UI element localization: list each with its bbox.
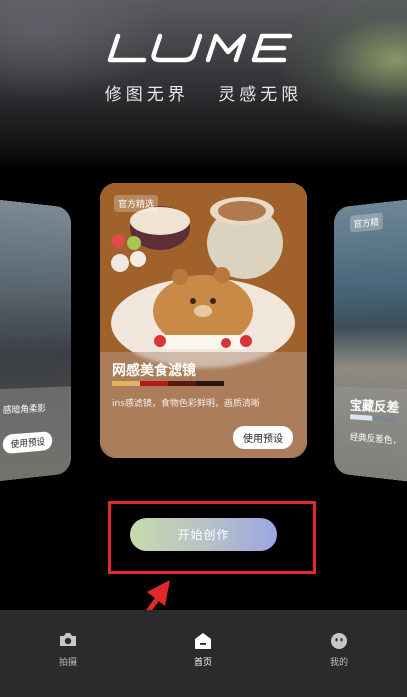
profile-icon xyxy=(330,632,348,650)
tab-label: 我的 xyxy=(289,655,389,668)
camera-icon xyxy=(59,632,77,647)
bottom-tab-bar: 拍摄 首页 我的 xyxy=(0,610,407,697)
tab-label: 拍摄 xyxy=(18,655,118,668)
red-arrow-icon xyxy=(0,0,407,697)
tab-label: 首页 xyxy=(153,655,253,668)
tab-profile[interactable]: 我的 xyxy=(289,610,389,697)
tab-home[interactable]: 首页 xyxy=(153,610,253,697)
home-icon xyxy=(194,632,212,650)
tab-camera[interactable]: 拍摄 xyxy=(18,610,118,697)
